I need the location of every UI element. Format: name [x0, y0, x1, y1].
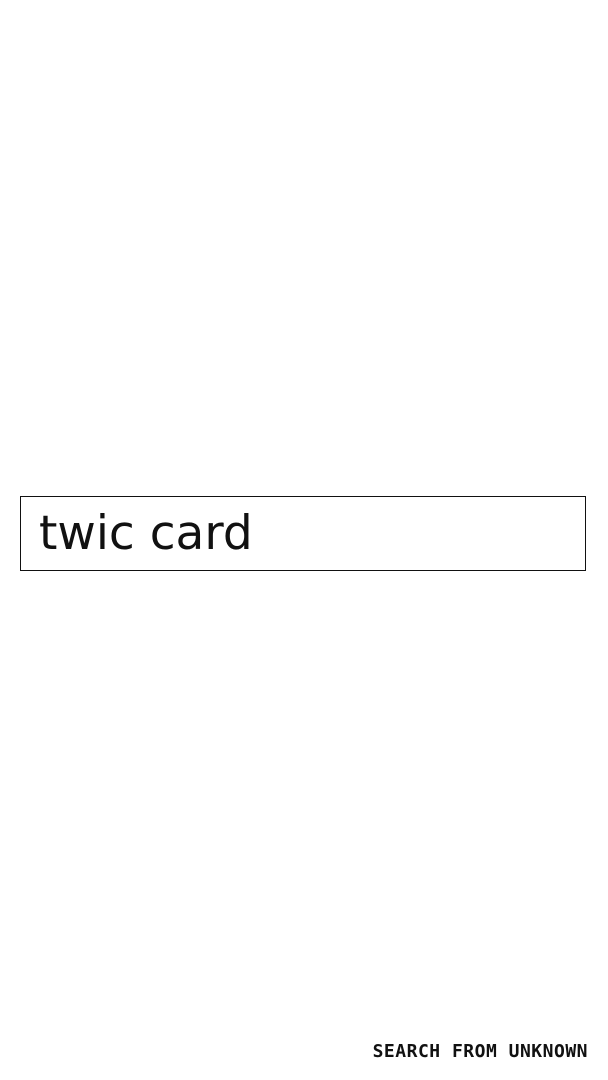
search-box[interactable]: twic card — [20, 496, 586, 571]
search-input[interactable]: twic card — [21, 497, 585, 570]
search-source-label: SEARCH FROM UNKNOWN — [372, 1041, 588, 1062]
search-screen: twic card SEARCH FROM UNKNOWN — [0, 0, 608, 1080]
